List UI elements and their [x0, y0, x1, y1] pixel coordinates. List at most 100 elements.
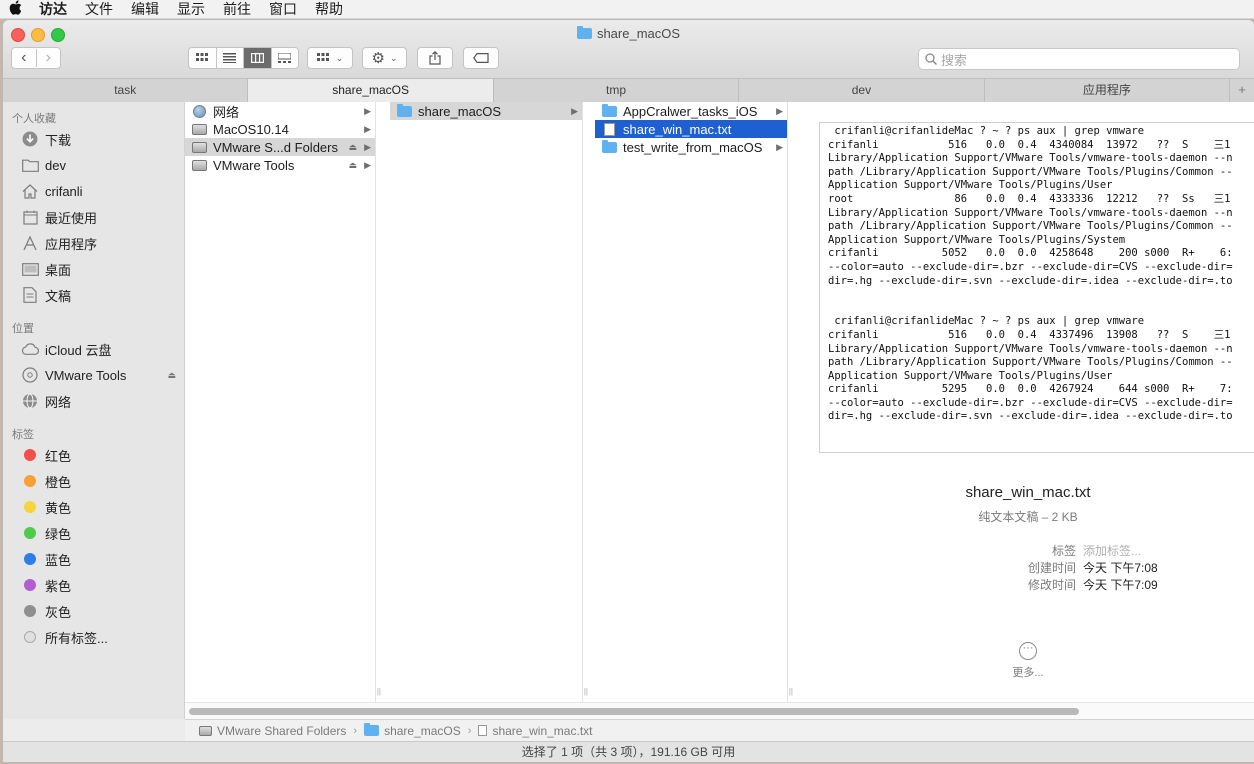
text-preview-line [828, 302, 1254, 316]
text-preview-line: Library/Application Support/VMware Tools… [828, 152, 1233, 165]
chevron-right-icon: ▶ [364, 159, 371, 170]
column-view-button[interactable] [244, 48, 272, 68]
folder-icon [601, 103, 617, 117]
item-label: VMware S...d Folders [213, 139, 338, 155]
sidebar-item-applications[interactable]: 应用程序 [3, 230, 184, 256]
menu-file[interactable]: 文件 [76, 0, 122, 18]
text-preview-line: --color=auto --exclude-dir=.bzr --exclud… [828, 260, 1233, 273]
column-resize-handle[interactable]: || [789, 687, 793, 696]
tab-tmp[interactable]: tmp [494, 79, 740, 102]
sidebar-item-tag[interactable]: 橙色 [3, 468, 184, 494]
column-item-test-write[interactable]: test_write_from_macOS ▶ [595, 138, 787, 156]
folder-icon [576, 26, 592, 39]
sidebar-item-tag[interactable]: 蓝色 [3, 546, 184, 572]
horizontal-scrollbar[interactable] [185, 702, 1254, 720]
more-button[interactable]: ··· 更多... [802, 642, 1254, 680]
tab-applications[interactable]: 应用程序 [985, 79, 1231, 102]
tab-task[interactable]: task [3, 79, 249, 102]
chevron-right-icon: ▶ [571, 105, 578, 116]
preview-file-name: share_win_mac.txt [965, 484, 1091, 501]
gallery-view-button[interactable] [272, 48, 299, 68]
scrollbar-thumb[interactable] [189, 708, 1079, 715]
text-preview-line: crifanli 516 0.0 0.4 4340084 13972 ?? S … [828, 138, 1231, 151]
sidebar-item-vmware-tools[interactable]: VMware Tools ⏏ [3, 362, 184, 388]
action-button[interactable]: ⚙ ⌄ [362, 47, 407, 69]
column-resize-handle[interactable]: || [377, 687, 381, 696]
sidebar-item-desktop[interactable]: 桌面 [3, 256, 184, 282]
sidebar: 个人收藏 下载 dev crifanli 最近使用 应用程序 桌面 文稿 位置 … [3, 102, 185, 719]
sidebar-item-tag[interactable]: 紫色 [3, 572, 184, 598]
group-by-button[interactable]: ⌄ [307, 47, 353, 69]
forward-button[interactable]: › [37, 49, 61, 67]
back-button[interactable]: ‹ [12, 49, 37, 67]
tag-outline-icon [24, 631, 36, 643]
menu-finder[interactable]: 访达 [30, 0, 76, 18]
sidebar-label: 紫色 [45, 578, 72, 594]
sidebar-item-tag[interactable]: 绿色 [3, 520, 184, 546]
text-preview: crifanli@crifanlideMac ? ~ ? ps aux | gr… [819, 122, 1254, 453]
desktop-icon [21, 260, 39, 278]
tag-color-icon [24, 475, 36, 487]
tab-share-macos[interactable]: share_macOS [248, 79, 494, 102]
column-item-vmware-tools[interactable]: VMware Tools ⏏ ▶ [185, 156, 375, 174]
column-item-share-macos[interactable]: share_macOS ▶ [390, 102, 582, 120]
item-label: VMware Tools [213, 157, 295, 173]
menu-view[interactable]: 显示 [168, 0, 214, 18]
menu-help[interactable]: 帮助 [306, 0, 352, 18]
sidebar-label: dev [45, 157, 66, 173]
sidebar-item-tag[interactable]: 灰色 [3, 598, 184, 624]
eject-icon[interactable]: ⏏ [348, 142, 357, 153]
sidebar-item-dev[interactable]: dev [3, 152, 184, 178]
sidebar-item-recents[interactable]: 最近使用 [3, 204, 184, 230]
path-item-share-macos[interactable]: share_macOS [384, 724, 461, 738]
text-file-icon [603, 122, 615, 136]
sidebar-label: 应用程序 [45, 236, 98, 252]
apple-menu-icon[interactable] [0, 0, 30, 18]
text-preview-line: crifanli 5052 0.0 0.0 4258648 200 s000 R… [828, 247, 1233, 260]
menu-edit[interactable]: 编辑 [122, 0, 168, 18]
new-tab-button[interactable]: + [1230, 79, 1254, 102]
item-label: MacOS10.14 [213, 121, 289, 137]
sidebar-item-tag[interactable]: 红色 [3, 442, 184, 468]
preview-file-kind: 纯文本文稿 – 2 KB [978, 510, 1078, 524]
sidebar-item-home[interactable]: crifanli [3, 178, 184, 204]
eject-icon[interactable]: ⏏ [167, 370, 176, 381]
chevron-right-icon: ▶ [364, 141, 371, 152]
menu-window[interactable]: 窗口 [260, 0, 306, 18]
path-item-share-win-mac[interactable]: share_win_mac.txt [492, 724, 592, 738]
text-preview-line: Library/Application Support/VMware Tools… [828, 342, 1233, 355]
column-item-macos[interactable]: MacOS10.14 ▶ [185, 120, 375, 138]
column-resize-handle[interactable]: || [584, 687, 588, 696]
tab-dev[interactable]: dev [739, 79, 985, 102]
share-button[interactable] [417, 47, 453, 69]
share-icon [429, 51, 441, 65]
sidebar-item-network[interactable]: 网络 [3, 388, 184, 414]
icon-view-button[interactable] [189, 48, 217, 68]
ellipsis-icon: ··· [1019, 642, 1037, 660]
sidebar-item-tag[interactable]: 黄色 [3, 494, 184, 520]
hard-disk-icon [191, 123, 207, 135]
list-view-button[interactable] [217, 48, 244, 68]
sidebar-label: 黄色 [45, 500, 72, 516]
column-item-vmware-shared-folders[interactable]: VMware S...d Folders ⏏ ▶ [185, 138, 375, 156]
sidebar-label: iCloud 云盘 [45, 342, 112, 358]
column-1: 网络 ▶ MacOS10.14 ▶ VMware S...d Folders ⏏… [185, 102, 381, 702]
sidebar-item-icloud[interactable]: iCloud 云盘 [3, 336, 184, 362]
tag-button[interactable] [463, 47, 499, 69]
group-icon [316, 53, 329, 61]
menu-go[interactable]: 前往 [214, 0, 260, 18]
search-field[interactable]: 搜索 [918, 48, 1240, 70]
column-item-share-win-mac[interactable]: share_win_mac.txt [595, 120, 787, 138]
sidebar-label: 红色 [45, 448, 72, 464]
eject-icon[interactable]: ⏏ [348, 160, 357, 171]
sidebar-item-documents[interactable]: 文稿 [3, 282, 184, 308]
sidebar-label: 文稿 [45, 288, 72, 304]
column-item-network[interactable]: 网络 ▶ [185, 102, 375, 120]
column-item-appcralwer[interactable]: AppCralwer_tasks_iOS ▶ [595, 102, 787, 120]
path-item-vmware-shared-folders[interactable]: VMware Shared Folders [217, 724, 346, 738]
sidebar-item-all-tags[interactable]: 所有标签... [3, 624, 184, 650]
sidebar-item-downloads[interactable]: 下载 [3, 126, 184, 152]
window-title: share_macOS [3, 26, 1254, 41]
add-tags-field[interactable]: 添加标签... [1083, 544, 1141, 558]
search-placeholder: 搜索 [941, 52, 968, 68]
